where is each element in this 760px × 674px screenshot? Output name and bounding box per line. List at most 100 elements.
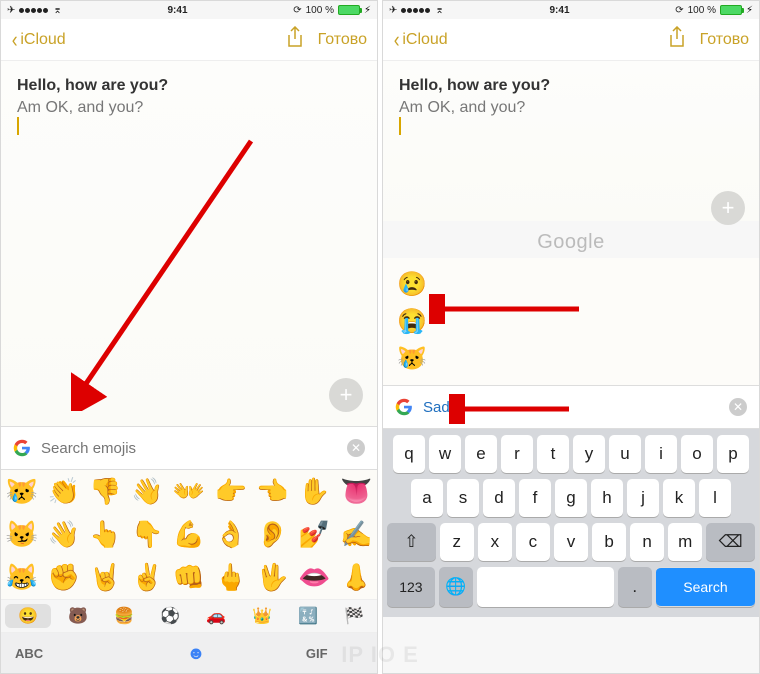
airplane-icon: ✈︎: [389, 5, 397, 16]
shift-key[interactable]: ⇧: [387, 523, 436, 561]
emoji-cell[interactable]: ✊: [43, 556, 85, 599]
done-button[interactable]: Готово: [318, 31, 367, 49]
search-key[interactable]: Search: [656, 567, 755, 607]
back-button[interactable]: ‹ iCloud: [11, 31, 66, 49]
emoji-cell[interactable]: 👃: [335, 556, 377, 599]
key-p[interactable]: p: [717, 435, 749, 473]
emoji-tab-icon[interactable]: ☻: [136, 643, 257, 664]
emoji-search-input[interactable]: [423, 399, 729, 416]
emoji-category[interactable]: 🏁: [331, 600, 377, 632]
emoji-category[interactable]: 😀: [5, 604, 51, 628]
clear-icon[interactable]: ✕: [729, 398, 747, 416]
key-v[interactable]: v: [554, 523, 588, 561]
emoji-cell[interactable]: 👎: [85, 470, 127, 513]
note-line-1: Hello, how are you?: [17, 77, 361, 95]
emoji-cell[interactable]: 👌: [210, 513, 252, 556]
key-i[interactable]: i: [645, 435, 677, 473]
key-k[interactable]: k: [663, 479, 695, 517]
add-button[interactable]: +: [711, 191, 745, 225]
key-h[interactable]: h: [591, 479, 623, 517]
google-logo-icon: [13, 439, 31, 457]
result-emoji[interactable]: 😭: [397, 303, 759, 340]
emoji-category[interactable]: 🐻: [55, 600, 101, 632]
battery-pct: 100 %: [306, 5, 334, 16]
back-label: iCloud: [20, 31, 65, 49]
emoji-cell[interactable]: 🖖: [252, 556, 294, 599]
key-n[interactable]: n: [630, 523, 664, 561]
key-q[interactable]: q: [393, 435, 425, 473]
back-button[interactable]: ‹ iCloud: [393, 31, 448, 49]
emoji-cell[interactable]: ✋: [293, 470, 335, 513]
emoji-category[interactable]: 🚗: [193, 600, 239, 632]
emoji-cell[interactable]: 👋: [43, 513, 85, 556]
status-bar: ✈︎ ⌆ 9:41 ⟳ 100 % ⚡︎: [1, 1, 377, 19]
emoji-cell[interactable]: 👐: [168, 470, 210, 513]
emoji-cell[interactable]: 👂: [252, 513, 294, 556]
key-b[interactable]: b: [592, 523, 626, 561]
key-u[interactable]: u: [609, 435, 641, 473]
key-r[interactable]: r: [501, 435, 533, 473]
emoji-cell[interactable]: 😹: [1, 556, 43, 599]
abc-button[interactable]: ABC: [1, 646, 136, 661]
emoji-cell[interactable]: ✌️: [126, 556, 168, 599]
emoji-cell[interactable]: 👅: [335, 470, 377, 513]
key-w[interactable]: w: [429, 435, 461, 473]
period-key[interactable]: .: [618, 567, 652, 607]
emoji-cell[interactable]: 😿: [1, 470, 43, 513]
search-results: 😢 😭 😿: [383, 258, 759, 385]
emoji-cell[interactable]: 👊: [168, 556, 210, 599]
emoji-cell[interactable]: 👄: [293, 556, 335, 599]
emoji-cell[interactable]: 👇: [126, 513, 168, 556]
done-button[interactable]: Готово: [700, 31, 749, 49]
emoji-search-input[interactable]: [41, 440, 347, 457]
result-emoji[interactable]: 😢: [397, 266, 759, 303]
key-z[interactable]: z: [440, 523, 474, 561]
share-icon[interactable]: [286, 26, 304, 53]
key-t[interactable]: t: [537, 435, 569, 473]
back-label: iCloud: [402, 31, 447, 49]
key-o[interactable]: o: [681, 435, 713, 473]
emoji-search-bar[interactable]: ✕: [383, 385, 759, 429]
emoji-cell[interactable]: 👆: [85, 513, 127, 556]
key-c[interactable]: c: [516, 523, 550, 561]
note-body[interactable]: Hello, how are you? Am OK, and you? +: [383, 61, 759, 221]
key-a[interactable]: a: [411, 479, 443, 517]
emoji-category[interactable]: 👑: [239, 600, 285, 632]
key-f[interactable]: f: [519, 479, 551, 517]
signal-dots-icon: [19, 5, 49, 16]
key-y[interactable]: y: [573, 435, 605, 473]
emoji-category[interactable]: ⚽: [147, 600, 193, 632]
numeric-key[interactable]: 123: [387, 567, 435, 607]
key-e[interactable]: e: [465, 435, 497, 473]
clear-icon[interactable]: ✕: [347, 439, 365, 457]
key-l[interactable]: l: [699, 479, 731, 517]
key-d[interactable]: d: [483, 479, 515, 517]
key-s[interactable]: s: [447, 479, 479, 517]
backspace-key[interactable]: ⌫: [706, 523, 755, 561]
add-button[interactable]: +: [329, 378, 363, 412]
emoji-cell[interactable]: 💪: [168, 513, 210, 556]
emoji-cell[interactable]: 👉: [210, 470, 252, 513]
note-body[interactable]: Hello, how are you? Am OK, and you? +: [1, 61, 377, 426]
emoji-cell[interactable]: 👋: [126, 470, 168, 513]
emoji-category[interactable]: 🍔: [101, 600, 147, 632]
space-key[interactable]: [477, 567, 614, 607]
emoji-cell[interactable]: 👏: [43, 470, 85, 513]
emoji-cell[interactable]: ✍️: [335, 513, 377, 556]
emoji-cell[interactable]: 👈: [252, 470, 294, 513]
key-m[interactable]: m: [668, 523, 702, 561]
emoji-cell[interactable]: 🤘: [85, 556, 127, 599]
emoji-category[interactable]: 🔣: [285, 600, 331, 632]
key-x[interactable]: x: [478, 523, 512, 561]
result-emoji[interactable]: 😿: [397, 340, 759, 377]
gif-button[interactable]: GIF: [256, 646, 377, 661]
emoji-cell[interactable]: 🖕: [210, 556, 252, 599]
emoji-category-row[interactable]: 😀🐻🍔⚽🚗👑🔣🏁: [1, 599, 377, 633]
key-j[interactable]: j: [627, 479, 659, 517]
key-g[interactable]: g: [555, 479, 587, 517]
emoji-search-bar[interactable]: ✕: [1, 426, 377, 470]
globe-key[interactable]: 🌐: [439, 567, 473, 607]
share-icon[interactable]: [668, 26, 686, 53]
emoji-cell[interactable]: 💅: [293, 513, 335, 556]
emoji-cell[interactable]: 😼: [1, 513, 43, 556]
